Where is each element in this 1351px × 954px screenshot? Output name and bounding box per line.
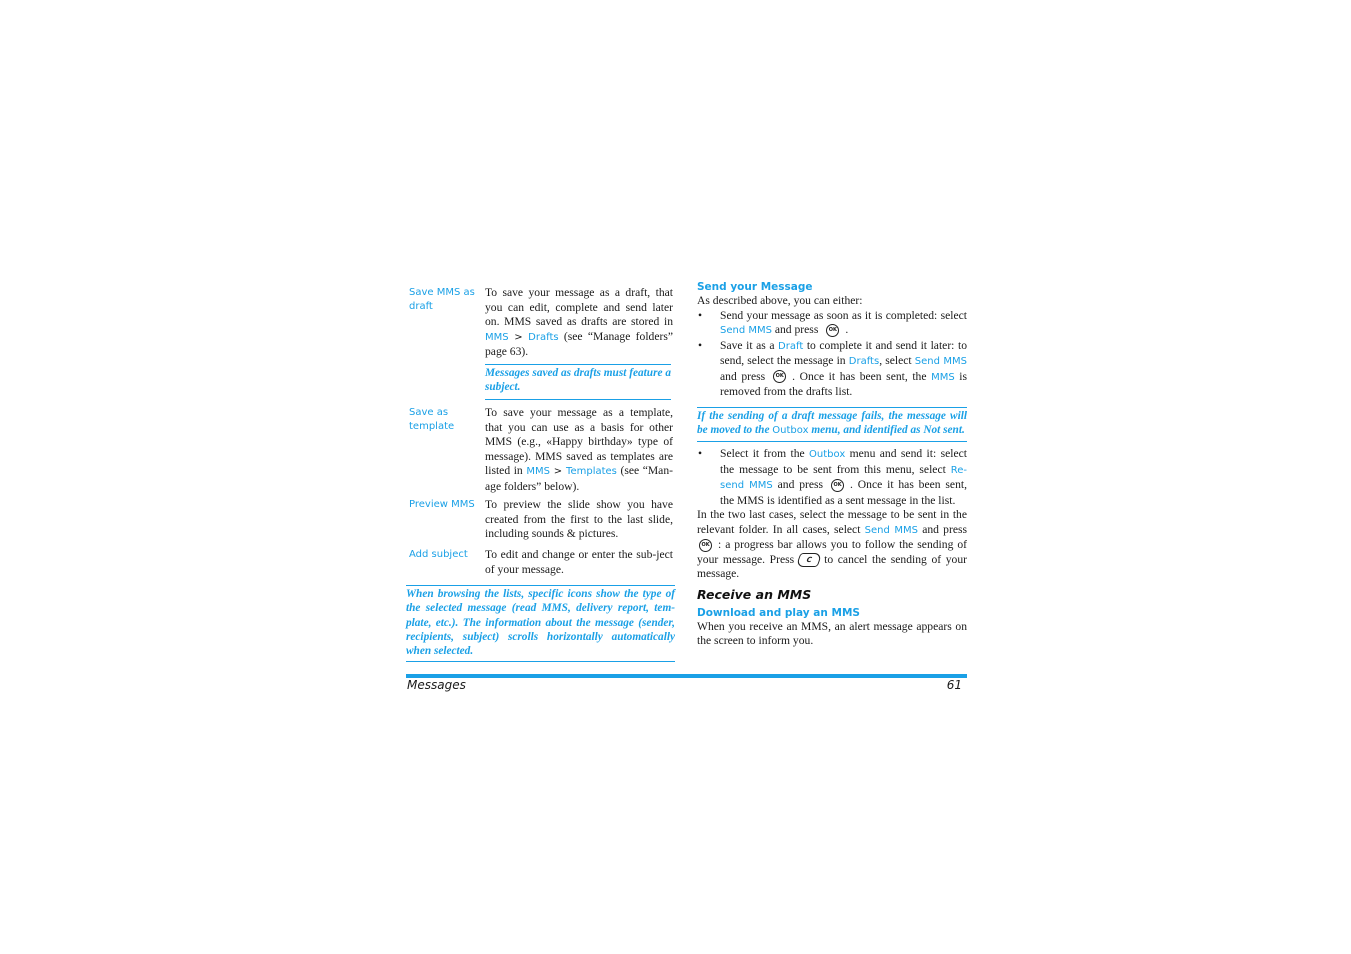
cancel-key-icon: C: [795, 552, 823, 567]
menu-term: Drafts: [528, 331, 559, 343]
option-label: Add subject: [409, 549, 468, 560]
option-description: To edit and change or enter the sub-ject…: [485, 548, 673, 576]
send-heading: Send your Message: [697, 281, 813, 293]
option-label: Save MMS as draft: [409, 287, 475, 312]
ok-key-icon: OK: [826, 323, 840, 337]
footer-rule: [406, 674, 967, 678]
menu-term: MMS: [526, 466, 550, 477]
bullet-send-now: Send your message as soon as it is compl…: [697, 309, 967, 339]
download-text: When you receive an MMS, an alert messag…: [697, 619, 967, 648]
fail-note: If the sending of a draft message fails,…: [697, 406, 967, 443]
footer-section-title: Messages: [407, 678, 466, 692]
option-label: Save as template: [409, 407, 455, 432]
bullet-outbox: Select it from the Outbox menu and send …: [697, 447, 967, 508]
receive-heading: Receive an MMS: [697, 586, 812, 602]
draft-note: Messages saved as drafts must feature a …: [485, 364, 671, 400]
folder-paragraph: In the two last cases, select the messag…: [697, 508, 967, 581]
option-label: Preview MMS: [409, 499, 475, 510]
ok-key-icon: OK: [831, 478, 845, 492]
bullet-save-draft: Save it as a Draft to complete it and se…: [697, 339, 967, 400]
ok-key-icon: OK: [699, 538, 712, 552]
option-description: To preview the slide show you have creat…: [485, 498, 673, 540]
download-heading: Download and play an MMS: [697, 606, 860, 619]
menu-term: MMS: [485, 331, 509, 343]
intro-text: As described above, you can either:: [697, 294, 863, 307]
menu-term: Templates: [566, 466, 617, 477]
ok-key-icon: OK: [773, 370, 787, 384]
browse-note: When browsing the lists, specific icons …: [406, 585, 675, 663]
option-description: To save your message as a draft, that yo…: [485, 286, 673, 358]
right-column: Send your Message As described above, yo…: [697, 280, 967, 649]
option-description: To save your message as a template, that…: [485, 406, 673, 493]
option-save-draft: Save MMS as draft To save your message a…: [406, 286, 676, 366]
page-number: 61: [946, 678, 962, 692]
menu-term: Send MMS: [720, 325, 772, 336]
